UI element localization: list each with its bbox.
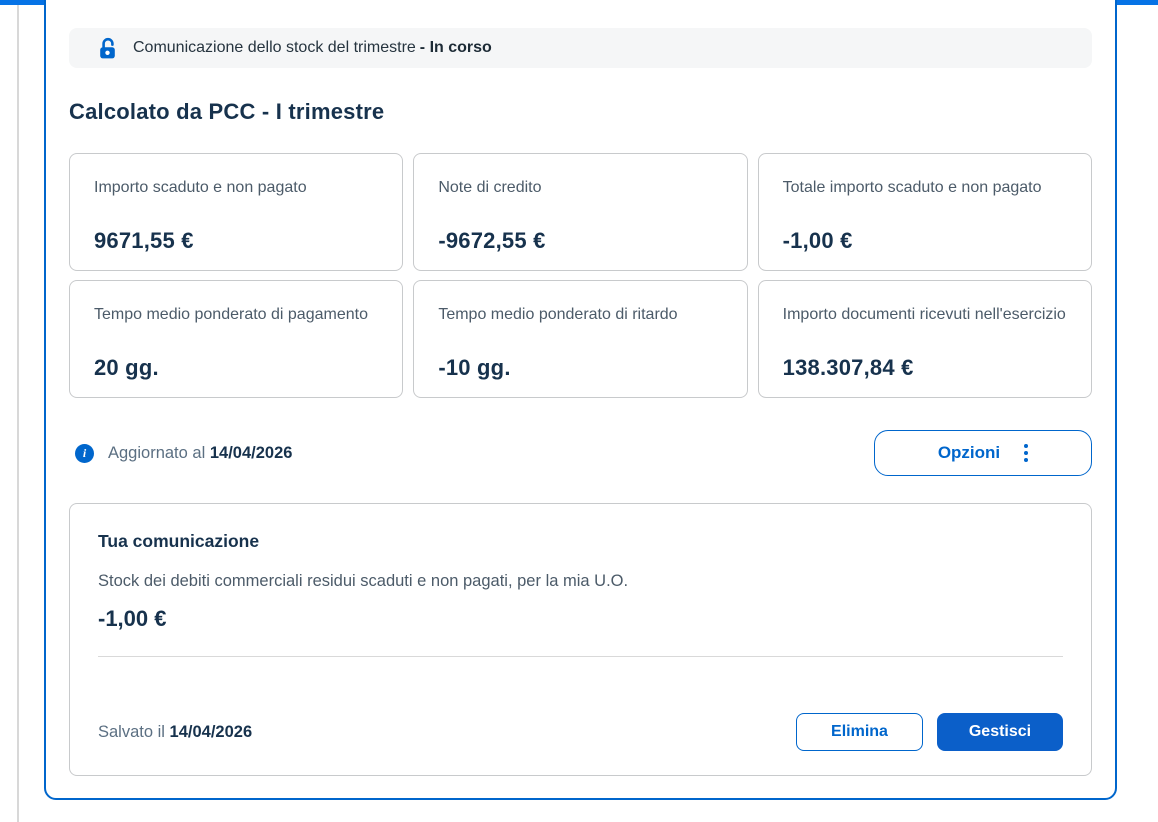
status-banner-title: Comunicazione dello stock del trimestre [133, 39, 416, 56]
stat-card-tempo-ritardo: Tempo medio ponderato di ritardo -10 gg. [413, 280, 747, 398]
updated-at-text: Aggiornato al 14/04/2026 [108, 444, 292, 463]
quarter-stock-page: Comunicazione dello stock del trimestre-… [0, 0, 1158, 822]
saved-at-date: 14/04/2026 [170, 723, 253, 741]
stat-value: 9671,55 € [94, 228, 378, 254]
options-button[interactable]: Opzioni [874, 430, 1092, 476]
unlock-icon [97, 37, 119, 60]
kebab-menu-icon [1024, 444, 1028, 462]
stat-label: Note di credito [438, 175, 722, 201]
saved-at: Salvato il 14/04/2026 [98, 723, 252, 742]
communication-card: Tua comunicazione Stock dei debiti comme… [69, 503, 1092, 776]
communication-value: -1,00 € [98, 606, 1063, 632]
stat-card-note-credito: Note di credito -9672,55 € [413, 153, 747, 271]
status-badge: - In corso [420, 39, 492, 56]
update-row: i Aggiornato al 14/04/2026 Opzioni [69, 430, 1092, 476]
communication-title: Tua comunicazione [98, 531, 1063, 552]
stat-card-tempo-pagamento: Tempo medio ponderato di pagamento 20 gg… [69, 280, 403, 398]
updated-at-label: Aggiornato al [108, 444, 205, 462]
stat-card-totale-scaduto: Totale importo scaduto e non pagato -1,0… [758, 153, 1092, 271]
stat-label: Importo scaduto e non pagato [94, 175, 378, 201]
stat-card-importo-scaduto: Importo scaduto e non pagato 9671,55 € [69, 153, 403, 271]
status-banner: Comunicazione dello stock del trimestre-… [69, 28, 1092, 68]
updated-at-date: 14/04/2026 [210, 444, 293, 462]
saved-at-label: Salvato il [98, 723, 165, 741]
stat-label: Tempo medio ponderato di pagamento [94, 302, 378, 328]
left-divider-line [17, 5, 19, 822]
stat-value: -1,00 € [783, 228, 1067, 254]
stat-value: 20 gg. [94, 355, 378, 381]
options-button-label: Opzioni [938, 443, 1000, 463]
stat-value: 138.307,84 € [783, 355, 1067, 381]
delete-button[interactable]: Elimina [796, 713, 923, 751]
stat-card-importo-documenti: Importo documenti ricevuti nell'esercizi… [758, 280, 1092, 398]
info-icon[interactable]: i [75, 444, 94, 463]
stat-value: -10 gg. [438, 355, 722, 381]
status-banner-text: Comunicazione dello stock del trimestre-… [133, 39, 492, 57]
stat-value: -9672,55 € [438, 228, 722, 254]
stat-label: Totale importo scaduto e non pagato [783, 175, 1067, 201]
communication-description: Stock dei debiti commerciali residui sca… [98, 572, 1063, 591]
manage-button[interactable]: Gestisci [937, 713, 1063, 751]
stat-label: Importo documenti ricevuti nell'esercizi… [783, 302, 1067, 328]
summary-cards-grid: Importo scaduto e non pagato 9671,55 € N… [69, 153, 1092, 398]
quarter-panel: Comunicazione dello stock del trimestre-… [44, 0, 1117, 800]
page-title: Calcolato da PCC - I trimestre [69, 99, 1092, 125]
card-divider [98, 656, 1063, 657]
communication-footer: Salvato il 14/04/2026 Elimina Gestisci [98, 713, 1063, 751]
stat-label: Tempo medio ponderato di ritardo [438, 302, 722, 328]
updated-at: i Aggiornato al 14/04/2026 [69, 444, 292, 463]
footer-actions: Elimina Gestisci [796, 713, 1063, 751]
